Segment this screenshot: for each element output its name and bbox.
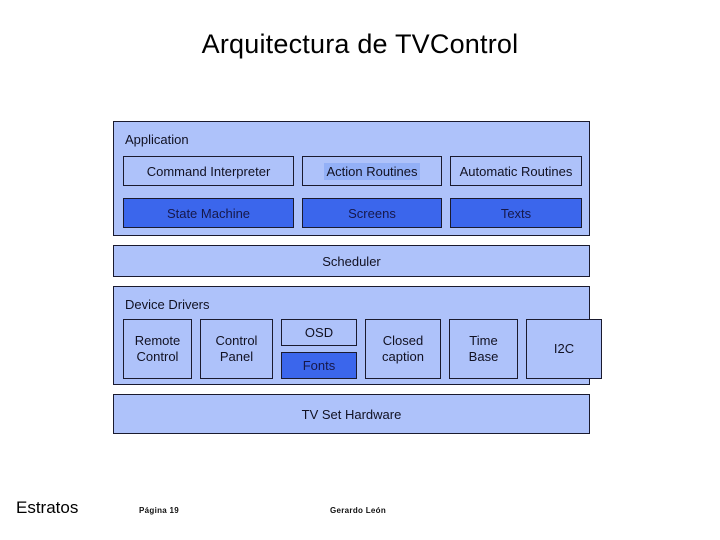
block-action-routines[interactable]: Action Routines bbox=[302, 156, 442, 186]
block-automatic-routines-label: Automatic Routines bbox=[459, 163, 573, 179]
block-remote-control[interactable]: Remote Control bbox=[123, 319, 192, 379]
block-control-panel[interactable]: Control Panel bbox=[200, 319, 273, 379]
block-command-interpreter-label: Command Interpreter bbox=[146, 163, 271, 179]
block-texts[interactable]: Texts bbox=[450, 198, 582, 228]
application-row-lower: State Machine Screens Texts bbox=[123, 198, 582, 228]
device-drivers-row: Remote Control Control Panel OSD Fonts Clo… bbox=[123, 319, 602, 379]
block-fonts[interactable]: Fonts bbox=[281, 352, 357, 379]
block-remote-control-label: Remote Control bbox=[135, 333, 181, 365]
block-command-interpreter[interactable]: Command Interpreter bbox=[123, 156, 294, 186]
block-screens[interactable]: Screens bbox=[302, 198, 442, 228]
block-time-base-line2: Base bbox=[468, 349, 499, 364]
block-fonts-label: Fonts bbox=[302, 358, 336, 373]
application-row-upper: Command Interpreter Action Routines Auto… bbox=[123, 156, 582, 186]
layer-device-drivers: Device Drivers Remote Control Control Pane… bbox=[113, 286, 602, 385]
layer-device-drivers-caption: Device Drivers bbox=[125, 297, 210, 312]
block-remote-control-line2: Control bbox=[136, 349, 179, 364]
block-closed-caption[interactable]: Closed caption bbox=[365, 319, 441, 379]
block-state-machine[interactable]: State Machine bbox=[123, 198, 294, 228]
block-time-base-line1: Time bbox=[469, 333, 498, 349]
block-remote-control-line1: Remote bbox=[134, 333, 181, 349]
block-state-machine-label: State Machine bbox=[166, 205, 251, 221]
layer-application-caption: Application bbox=[125, 132, 189, 147]
footer-section-label: Estratos bbox=[16, 498, 79, 517]
layer-tv-set-hardware-label: TV Set Hardware bbox=[301, 406, 402, 422]
block-osd[interactable]: OSD bbox=[281, 319, 357, 346]
layer-tv-set-hardware[interactable]: TV Set Hardware bbox=[113, 394, 590, 434]
block-control-panel-line1: Control bbox=[215, 333, 258, 349]
block-control-panel-line2: Panel bbox=[219, 349, 254, 364]
layer-application: Application Command Interpreter Action R… bbox=[113, 121, 590, 236]
layer-scheduler[interactable]: Scheduler bbox=[113, 245, 590, 277]
block-osd-column: OSD Fonts bbox=[281, 319, 357, 379]
page-title: Arquitectura de TVControl bbox=[201, 29, 519, 59]
block-i2c[interactable]: I2C bbox=[526, 319, 602, 379]
block-automatic-routines[interactable]: Automatic Routines bbox=[450, 156, 582, 186]
block-time-base[interactable]: Time Base bbox=[449, 319, 518, 379]
block-closed-caption-label: Closed caption bbox=[382, 333, 424, 365]
block-closed-caption-line2: caption bbox=[382, 349, 424, 364]
block-time-base-label: Time Base bbox=[469, 333, 499, 365]
block-i2c-label: I2C bbox=[553, 341, 575, 357]
block-osd-label: OSD bbox=[304, 325, 334, 340]
block-texts-label: Texts bbox=[500, 205, 532, 221]
block-action-routines-label: Action Routines bbox=[324, 162, 420, 180]
block-screens-label: Screens bbox=[348, 205, 396, 221]
block-control-panel-label: Control Panel bbox=[216, 333, 258, 365]
architecture-diagram: Application Command Interpreter Action R… bbox=[113, 121, 602, 434]
footer-page-number: Página 19 bbox=[139, 506, 180, 515]
layer-scheduler-label: Scheduler bbox=[322, 253, 381, 269]
block-closed-caption-line1: Closed bbox=[382, 333, 424, 349]
footer-author: Gerardo León bbox=[330, 506, 387, 515]
